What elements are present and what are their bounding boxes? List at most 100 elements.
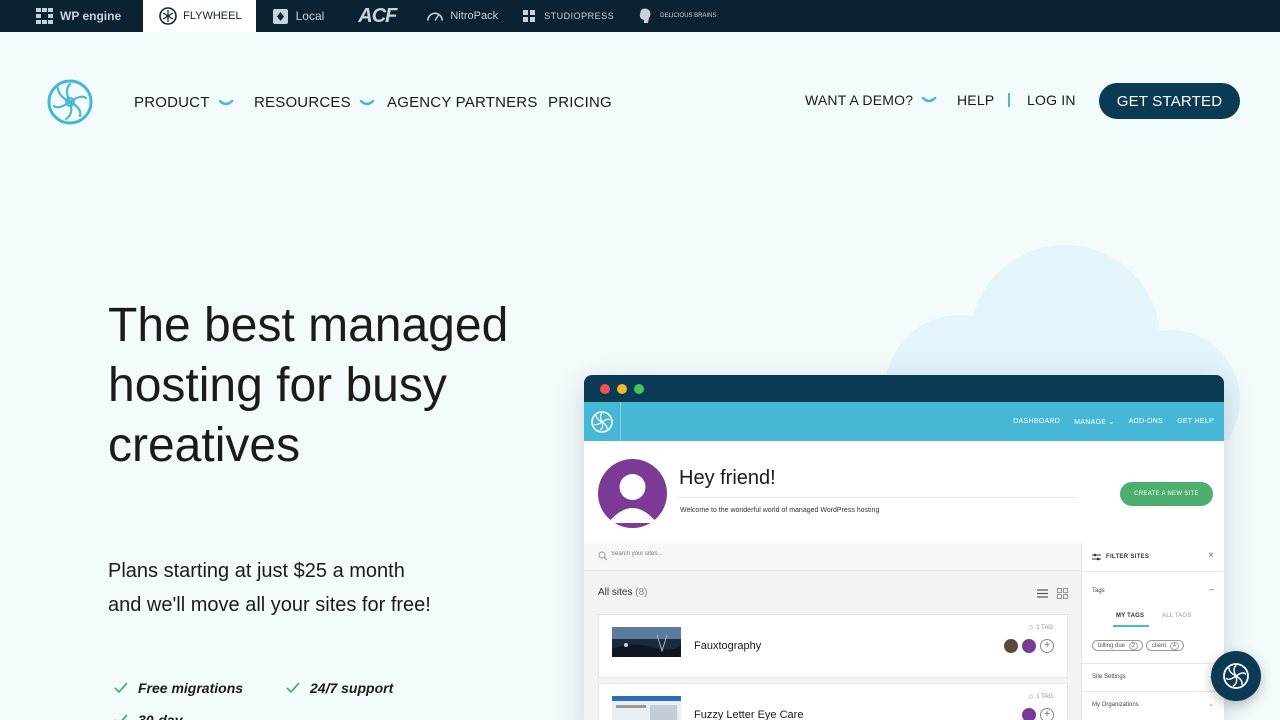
search-bar <box>584 543 1081 571</box>
greeting: Hey friend! <box>679 467 776 489</box>
site-settings-label[interactable]: Site Settings <box>1092 674 1126 680</box>
brand-label: NitroPack <box>450 10 499 22</box>
brand-wpengine[interactable]: WP engine <box>0 0 143 32</box>
mockup-nav-dashboard[interactable]: DASHBOARD <box>1013 418 1060 425</box>
brand-delicious-brains[interactable]: DELICIOUS BRAINS <box>636 0 716 32</box>
brand-bar: WP engine FLYWHEEL Local ACF NitroPack S… <box>0 0 1280 32</box>
nav-help[interactable]: HELP <box>957 92 994 108</box>
filter-panel: FILTER SITES × Tags – MY TAGS ALL TAGS b… <box>1081 543 1224 720</box>
tag-chip[interactable]: billing due 2 <box>1092 640 1143 651</box>
brand-studiopress[interactable]: STUDIOPRESS <box>520 0 636 32</box>
create-site-button[interactable]: CREATE A NEW SITE <box>1120 482 1213 506</box>
nav-product-label: PRODUCT <box>134 94 210 111</box>
chat-launcher-button[interactable] <box>1211 651 1261 701</box>
filter-header: FILTER SITES <box>1092 553 1149 561</box>
chevron-down-icon <box>218 99 233 105</box>
nav-agency-partners[interactable]: AGENCY PARTNERS <box>387 94 538 111</box>
site-name: Fuzzy Letter Eye Care <box>694 709 804 720</box>
local-icon <box>272 7 290 25</box>
nav-want-demo-label: WANT A DEMO? <box>805 92 914 108</box>
minimize-dot <box>617 383 627 394</box>
close-icon[interactable]: × <box>1208 550 1214 561</box>
feature-free-migrations: Free migrations <box>114 680 243 696</box>
search-input[interactable] <box>611 551 811 557</box>
site-tag-label: 1 TAG <box>1036 693 1053 700</box>
nav-help-label: HELP <box>957 92 995 108</box>
feature-label: 24/7 support <box>310 680 394 696</box>
maximize-dot <box>634 383 644 394</box>
brand-nitropack[interactable]: NitroPack <box>426 0 520 32</box>
brand-label: FLYWHEEL <box>183 10 242 22</box>
add-member-icon[interactable]: + <box>1040 639 1054 653</box>
brand-label: Local <box>295 9 325 23</box>
delicious-brains-icon <box>636 7 654 25</box>
site-tag: ◇ 1 TAG <box>1029 693 1053 701</box>
welcome-text: Welcome to the wonderful world of manage… <box>680 507 880 514</box>
tab-all-tags[interactable]: ALL TAGS <box>1162 613 1192 619</box>
member-avatar <box>1022 708 1036 720</box>
mockup-nav-manage[interactable]: MANAGE ⌄ <box>1074 418 1115 426</box>
check-icon <box>286 682 300 694</box>
get-started-button[interactable]: GET STARTED <box>1099 83 1240 119</box>
nav-pricing-label: PRICING <box>548 94 612 111</box>
divider <box>1082 571 1224 572</box>
nitropack-icon <box>426 7 444 25</box>
all-sites-label: All sites <box>598 587 633 598</box>
site-card[interactable]: Fuzzy Letter Eye Care ◇ 1 TAG + <box>598 683 1068 720</box>
hero-title: The best managed hosting for busy creati… <box>108 299 509 472</box>
mockup-nav-manage-label: MANAGE <box>1074 418 1107 426</box>
feature-30-day: 30-day <box>114 712 182 720</box>
mockup-nav-get-help[interactable]: GET HELP <box>1177 418 1214 425</box>
mockup-nav-addons[interactable]: ADD-ONS <box>1129 418 1163 425</box>
feature-label: 30-day <box>138 712 183 720</box>
check-icon <box>115 714 128 720</box>
feature-label: Free migrations <box>138 680 244 696</box>
brand-acf[interactable]: ACF <box>346 0 426 32</box>
wpengine-grid-icon <box>36 7 54 25</box>
nav-pricing[interactable]: PRICING <box>548 94 612 111</box>
nav-resources[interactable]: RESOURCES <box>254 94 375 111</box>
brand-local[interactable]: Local <box>256 0 347 32</box>
feature-support: 24/7 support <box>286 680 393 696</box>
acf-wordmark: ACF <box>358 4 397 27</box>
site-tag-label: 1 TAG <box>1036 624 1053 631</box>
search-icon <box>598 551 608 561</box>
hero-subtitle: Plans starting at just $25 a month and w… <box>108 560 431 616</box>
chevron-down-icon: ⌄ <box>1108 418 1115 426</box>
nav-login[interactable]: LOG IN <box>1027 92 1076 108</box>
mockup-nav: DASHBOARD MANAGE ⌄ ADD-ONS GET HELP <box>584 402 1224 441</box>
nav-want-demo[interactable]: WANT A DEMO? <box>805 92 937 108</box>
active-tab-indicator <box>1113 625 1149 627</box>
site-card[interactable]: Fauxtography ◇ 1 TAG + <box>598 614 1068 678</box>
flywheel-logo[interactable] <box>46 78 94 126</box>
site-name: Fauxtography <box>694 640 762 652</box>
all-sites-heading: All sites (8) <box>598 587 647 598</box>
member-avatar <box>1004 639 1018 653</box>
nav-login-label: LOG IN <box>1027 92 1076 108</box>
list-view-icon[interactable] <box>1037 588 1048 599</box>
brand-flywheel[interactable]: FLYWHEEL <box>143 0 256 32</box>
tag-chip-count: 2 <box>1129 642 1138 650</box>
avatar <box>598 459 667 528</box>
my-organizations-label[interactable]: My Organizations <box>1092 702 1139 708</box>
chevron-down-icon[interactable]: ⌄ <box>1208 700 1214 708</box>
studiopress-icon <box>520 7 538 25</box>
chevron-down-icon <box>922 96 937 103</box>
member-avatar <box>1022 639 1036 653</box>
tags-label: Tags <box>1092 588 1105 594</box>
site-tag: ◇ 1 TAG <box>1029 624 1053 632</box>
nav-separator <box>1008 93 1010 107</box>
nav-resources-label: RESOURCES <box>254 94 351 111</box>
sites-area: All sites (8) Fauxtography ◇ 1 TAG + Fuz… <box>584 543 1224 720</box>
window-titlebar <box>584 375 1224 402</box>
mockup-flywheel-icon <box>584 402 621 441</box>
collapse-icon[interactable]: – <box>1209 584 1214 594</box>
all-sites-count: (8) <box>635 587 648 598</box>
add-member-icon[interactable]: + <box>1040 708 1054 720</box>
tab-my-tags[interactable]: MY TAGS <box>1116 613 1144 619</box>
app-mockup: DASHBOARD MANAGE ⌄ ADD-ONS GET HELP Hey … <box>584 375 1224 720</box>
tag-chip[interactable]: client 4 <box>1146 640 1184 651</box>
grid-view-icon[interactable] <box>1057 588 1068 599</box>
greeting-divider <box>679 497 1077 498</box>
nav-product[interactable]: PRODUCT <box>134 94 234 111</box>
